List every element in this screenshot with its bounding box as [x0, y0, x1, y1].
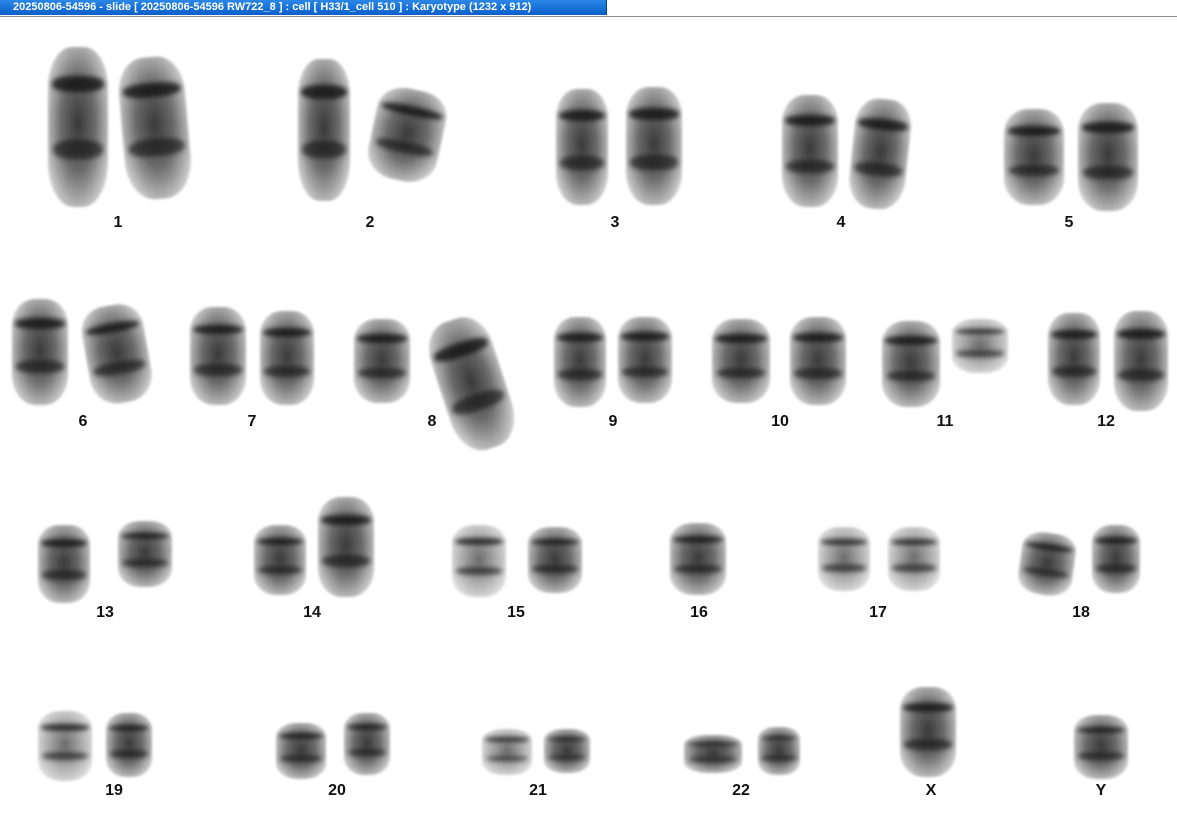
chromosome-label-6: 6: [78, 413, 88, 430]
chromosome-label-13: 13: [96, 604, 114, 621]
chromosome-label-x: X: [925, 782, 937, 799]
chromosome-20b[interactable]: [344, 713, 390, 775]
chromosome-22b[interactable]: [758, 727, 800, 775]
window-titlebar: 20250806-54596 - slide [ 20250806-54596 …: [0, 0, 1177, 17]
chromosome-label-16: 16: [690, 604, 708, 621]
chromosome-12a[interactable]: [1048, 313, 1100, 405]
chromosome-label-5: 5: [1064, 214, 1074, 231]
chromosome-19b[interactable]: [106, 713, 152, 777]
chromosome-11b[interactable]: [952, 319, 1008, 373]
chromosome-label-18: 18: [1072, 604, 1090, 621]
chromosome-10a[interactable]: [712, 319, 770, 403]
chromosome-4a[interactable]: [782, 95, 838, 207]
chromosome-10b[interactable]: [790, 317, 846, 405]
chromosome-21b[interactable]: [544, 729, 590, 773]
chromosome-x[interactable]: [900, 687, 956, 777]
chromosome-17b[interactable]: [888, 527, 940, 591]
chromosome-19a[interactable]: [38, 711, 92, 781]
chromosome-label-22: 22: [732, 782, 750, 799]
chromosome-18b[interactable]: [1092, 525, 1140, 593]
chromosome-label-4: 4: [836, 214, 846, 231]
chromosome-21a[interactable]: [482, 729, 532, 775]
chromosome-label-y: Y: [1095, 782, 1107, 799]
chromosome-label-7: 7: [247, 413, 257, 430]
chromosome-label-11: 11: [936, 413, 954, 430]
window-title-tab[interactable]: 20250806-54596 - slide [ 20250806-54596 …: [0, 0, 607, 15]
chromosome-label-21: 21: [529, 782, 547, 799]
chromosome-4b[interactable]: [846, 96, 914, 212]
chromosome-16[interactable]: [670, 523, 726, 595]
chromosome-7a[interactable]: [190, 307, 246, 405]
chromosome-label-15: 15: [507, 604, 525, 621]
chromosome-14b[interactable]: [318, 497, 374, 597]
chromosome-7b[interactable]: [260, 311, 314, 405]
chromosome-label-17: 17: [869, 604, 887, 621]
chromosome-label-3: 3: [610, 214, 620, 231]
window-title: 20250806-54596 - slide [ 20250806-54596 …: [13, 1, 532, 13]
chromosome-label-1: 1: [113, 214, 123, 231]
chromosome-17a[interactable]: [818, 527, 870, 591]
chromosome-label-20: 20: [328, 782, 346, 799]
chromosome-20a[interactable]: [276, 723, 326, 779]
chromosome-9b[interactable]: [618, 317, 672, 403]
chromosome-3a[interactable]: [556, 89, 608, 205]
chromosome-5a[interactable]: [1004, 109, 1064, 205]
chromosome-9a[interactable]: [554, 317, 606, 407]
chromosome-15a[interactable]: [452, 525, 506, 597]
chromosome-13b[interactable]: [118, 521, 172, 587]
chromosome-5b[interactable]: [1078, 103, 1138, 211]
chromosome-6b[interactable]: [77, 300, 157, 408]
chromosome-2a[interactable]: [298, 59, 350, 201]
chromosome-12b[interactable]: [1114, 311, 1168, 411]
chromosome-label-2: 2: [365, 214, 375, 231]
chromosome-label-12: 12: [1097, 413, 1115, 430]
chromosome-label-19: 19: [105, 782, 123, 799]
chromosome-15b[interactable]: [528, 527, 582, 593]
chromosome-label-9: 9: [608, 413, 618, 430]
chromosome-6a[interactable]: [12, 299, 68, 405]
chromosome-13a[interactable]: [38, 525, 90, 603]
chromosome-1a[interactable]: [48, 47, 108, 207]
chromosome-8b[interactable]: [420, 310, 524, 458]
chromosome-label-10: 10: [771, 413, 789, 430]
karyotype-canvas: 1 2 3 4 5 6 7 8 9 10 11 12 13 14 15 16 1…: [0, 17, 1177, 828]
chromosome-3b[interactable]: [626, 87, 682, 205]
chromosome-22a[interactable]: [684, 735, 742, 773]
chromosome-2b[interactable]: [363, 82, 451, 188]
chromosome-11a[interactable]: [882, 321, 940, 407]
chromosome-label-14: 14: [303, 604, 321, 621]
chromosome-14a[interactable]: [254, 525, 306, 595]
chromosome-1b[interactable]: [115, 54, 195, 202]
chromosome-18a[interactable]: [1015, 529, 1079, 599]
chromosome-label-8: 8: [427, 413, 437, 430]
chromosome-8a[interactable]: [354, 319, 410, 403]
chromosome-y[interactable]: [1074, 715, 1128, 779]
